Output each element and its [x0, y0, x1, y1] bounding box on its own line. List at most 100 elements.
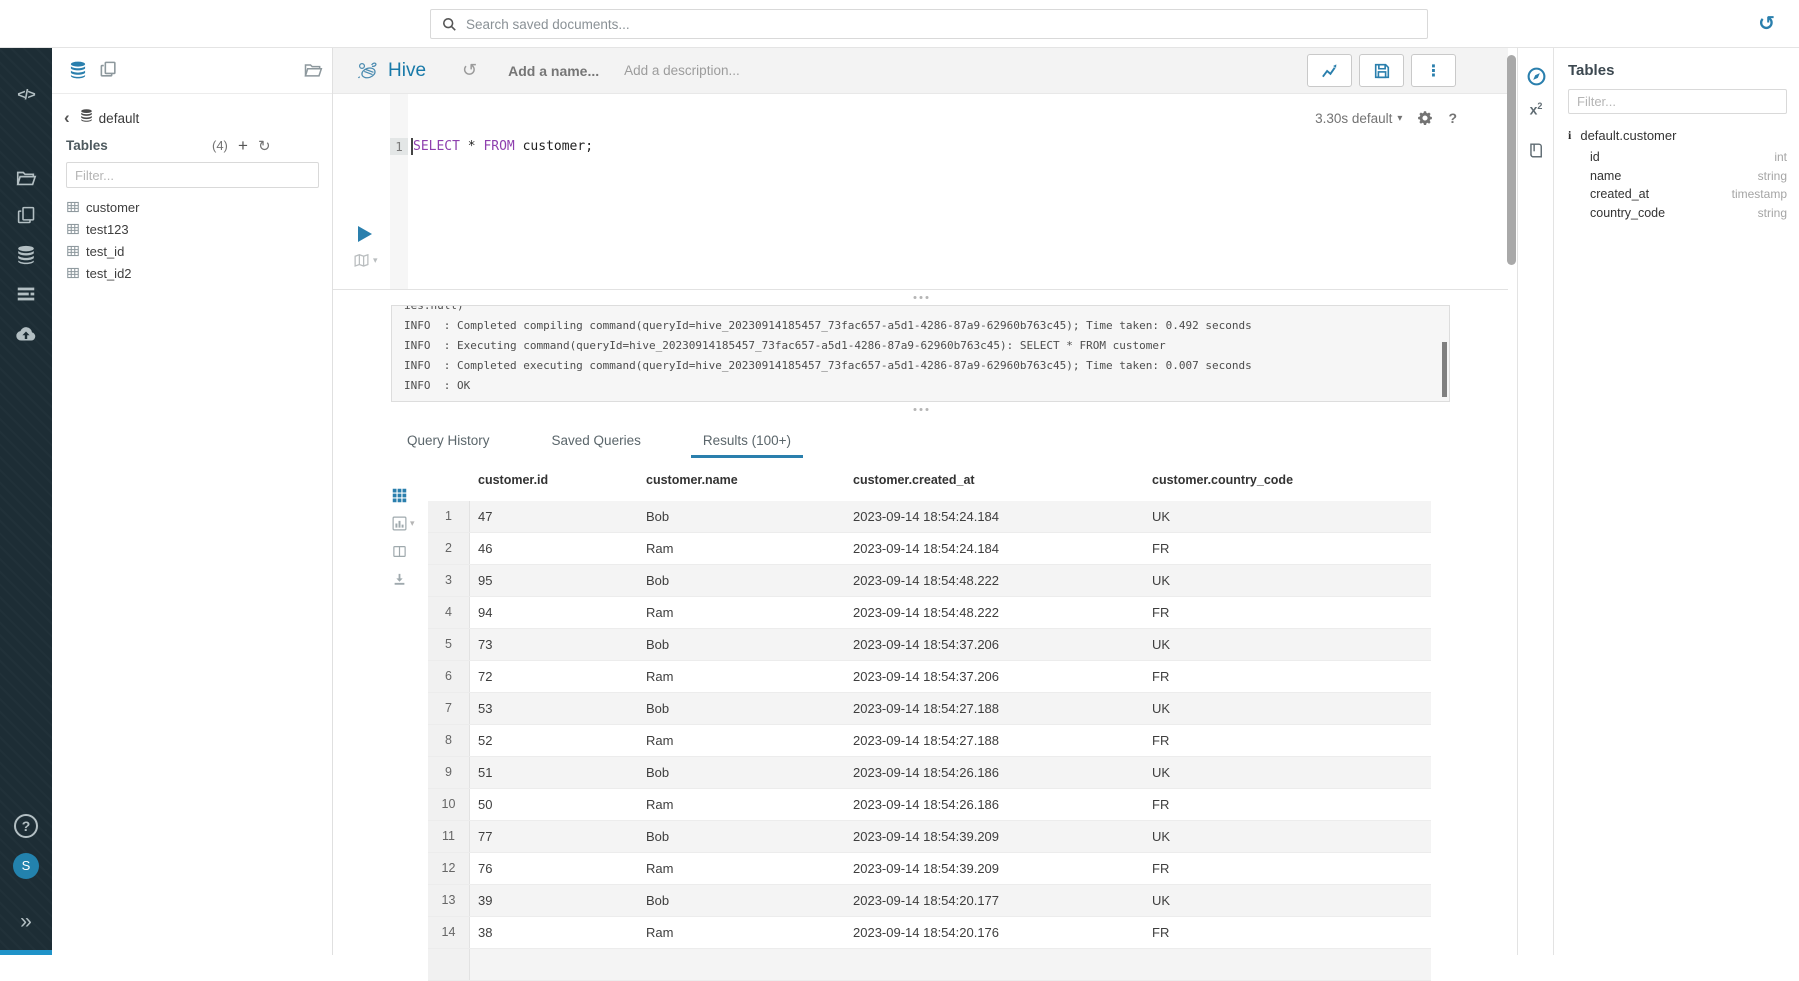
- language-reference-icon[interactable]: [1518, 141, 1554, 165]
- sql-editor[interactable]: 3.30s default ▾ ? ▾ 1 SELECT * FROM cust…: [333, 94, 1508, 289]
- table-row[interactable]: 4 94 Ram 2023-09-14 18:54:48.222 FR: [428, 597, 1431, 629]
- grid-view-icon[interactable]: [392, 488, 428, 503]
- refresh-icon[interactable]: ↻: [258, 137, 271, 155]
- cell-name: Bob: [638, 573, 845, 588]
- tab-saved-queries[interactable]: Saved Queries: [540, 433, 653, 458]
- databases-icon[interactable]: [0, 244, 52, 271]
- log-line: INFO : Completed compiling command(query…: [404, 316, 1437, 336]
- editor-icon[interactable]: </>: [0, 86, 52, 102]
- tab-results-100[interactable]: Results (100+): [691, 433, 803, 458]
- functions-icon[interactable]: x2: [1518, 101, 1554, 118]
- settings-gear-icon[interactable]: [1417, 110, 1433, 126]
- importer-cloud-upload-icon[interactable]: [0, 322, 52, 351]
- table-row[interactable]: 7 53 Bob 2023-09-14 18:54:27.188 UK: [428, 693, 1431, 725]
- global-history-icon[interactable]: ↺: [1758, 11, 1775, 35]
- editor-log-divider: [333, 289, 1508, 305]
- results-toolbar: ▾: [333, 458, 428, 981]
- cell-name: Bob: [638, 893, 845, 908]
- table-row[interactable]: 1 47 Bob 2023-09-14 18:54:24.184 UK: [428, 501, 1431, 533]
- cell-name: Ram: [638, 925, 845, 940]
- cell-id: 51: [470, 765, 638, 780]
- copy-pages-icon[interactable]: [0, 205, 52, 231]
- table-row[interactable]: 14 38 Ram 2023-09-14 18:54:20.176 FR: [428, 917, 1431, 949]
- resize-handle[interactable]: [913, 296, 928, 299]
- active-table[interactable]: i default.customer: [1568, 128, 1787, 143]
- table-row[interactable]: 13 39 Bob 2023-09-14 18:54:20.177 UK: [428, 885, 1431, 917]
- table-item-customer[interactable]: customer: [52, 196, 332, 218]
- column-header[interactable]: customer.name: [638, 473, 845, 487]
- assist-compass-icon[interactable]: [1518, 66, 1554, 92]
- top-bar: Search saved documents... ↺: [0, 0, 1799, 48]
- row-number: [428, 949, 470, 980]
- schema-column-country_code[interactable]: country_code string: [1590, 204, 1787, 223]
- resize-handle[interactable]: [913, 408, 928, 411]
- sql-statement[interactable]: SELECT * FROM customer;: [413, 138, 593, 155]
- expand-nav-icon[interactable]: »: [0, 910, 52, 934]
- engine-title[interactable]: Hive: [388, 60, 426, 82]
- help-icon[interactable]: ?: [1448, 110, 1457, 126]
- table-row[interactable]: 3 95 Bob 2023-09-14 18:54:48.222 UK: [428, 565, 1431, 597]
- jobs-icon[interactable]: [0, 283, 52, 310]
- column-header[interactable]: customer.country_code: [1144, 473, 1431, 487]
- header-buttons: ⋮: [1307, 54, 1456, 87]
- table-item-test_id2[interactable]: test_id2: [52, 262, 332, 284]
- database-icon: [79, 108, 94, 128]
- chart-view-icon[interactable]: ▾: [392, 516, 428, 531]
- column-header[interactable]: customer.id: [470, 473, 638, 487]
- column-header[interactable]: customer.created_at: [845, 473, 1144, 487]
- schema-filter-input[interactable]: [1568, 89, 1787, 114]
- run-query-button[interactable]: [358, 226, 372, 242]
- user-avatar[interactable]: S: [0, 853, 52, 879]
- tables-filter-input[interactable]: [66, 162, 319, 188]
- back-chevron-icon[interactable]: ‹: [64, 111, 70, 125]
- log-scrollbar[interactable]: [1442, 342, 1447, 397]
- active-table-name[interactable]: default.customer: [1580, 128, 1676, 143]
- row-number: 5: [428, 629, 470, 660]
- table-item-test_id[interactable]: test_id: [52, 240, 332, 262]
- cell-country-code: FR: [1144, 605, 1431, 620]
- documents-folder-icon[interactable]: [0, 167, 52, 194]
- cell-id: 38: [470, 925, 638, 940]
- column-name: created_at: [1590, 187, 1649, 201]
- help-icon[interactable]: ?: [0, 814, 52, 838]
- row-number: 2: [428, 533, 470, 564]
- table-row[interactable]: 10 50 Ram 2023-09-14 18:54:26.186 FR: [428, 789, 1431, 821]
- documents-assist-icon[interactable]: [99, 60, 118, 84]
- table-item-test123[interactable]: test123: [52, 218, 332, 240]
- table-row[interactable]: 5 73 Bob 2023-09-14 18:54:37.206 UK: [428, 629, 1431, 661]
- query-name-field[interactable]: Add a name...: [508, 63, 599, 79]
- download-icon[interactable]: [392, 572, 428, 587]
- chart-button[interactable]: [1307, 54, 1352, 87]
- more-actions-button[interactable]: ⋮: [1411, 54, 1456, 87]
- table-row[interactable]: 11 77 Bob 2023-09-14 18:54:39.209 UK: [428, 821, 1431, 853]
- table-row-partial[interactable]: [428, 949, 1431, 981]
- execution-time-engine[interactable]: 3.30s default: [1315, 111, 1392, 126]
- main-scrollbar[interactable]: [1507, 55, 1516, 265]
- schema-column-name[interactable]: name string: [1590, 167, 1787, 186]
- query-history-icon[interactable]: ↺: [462, 60, 477, 81]
- tab-query-history[interactable]: Query History: [395, 433, 502, 458]
- query-description-field[interactable]: Add a description...: [624, 63, 740, 78]
- table-row[interactable]: 6 72 Ram 2023-09-14 18:54:37.206 FR: [428, 661, 1431, 693]
- cell-id: 52: [470, 733, 638, 748]
- table-row[interactable]: 12 76 Ram 2023-09-14 18:54:39.209 FR: [428, 853, 1431, 885]
- table-row[interactable]: 8 52 Ram 2023-09-14 18:54:27.188 FR: [428, 725, 1431, 757]
- cell-country-code: FR: [1144, 925, 1431, 940]
- query-map-icon[interactable]: ▾: [353, 252, 378, 269]
- sql-assist-icon[interactable]: [68, 60, 88, 85]
- chevron-down-icon[interactable]: ▾: [1397, 113, 1402, 124]
- query-log-panel[interactable]: ies.null)INFO : Completed compiling comm…: [391, 305, 1450, 402]
- table-row[interactable]: 2 46 Ram 2023-09-14 18:54:24.184 FR: [428, 533, 1431, 565]
- info-icon[interactable]: i: [1568, 128, 1571, 143]
- global-search-input[interactable]: Search saved documents...: [430, 9, 1428, 39]
- editor-header: Hive ↺ Add a name... Add a description..…: [333, 48, 1508, 94]
- search-placeholder: Search saved documents...: [466, 17, 630, 32]
- folder-assist-icon[interactable]: [303, 60, 323, 85]
- add-table-icon[interactable]: +: [238, 136, 248, 156]
- schema-column-created_at[interactable]: created_at timestamp: [1590, 185, 1787, 204]
- columns-view-icon[interactable]: [392, 544, 428, 559]
- save-button[interactable]: [1359, 54, 1404, 87]
- database-name[interactable]: default: [99, 111, 140, 126]
- schema-column-id[interactable]: id int: [1590, 148, 1787, 167]
- table-row[interactable]: 9 51 Bob 2023-09-14 18:54:26.186 UK: [428, 757, 1431, 789]
